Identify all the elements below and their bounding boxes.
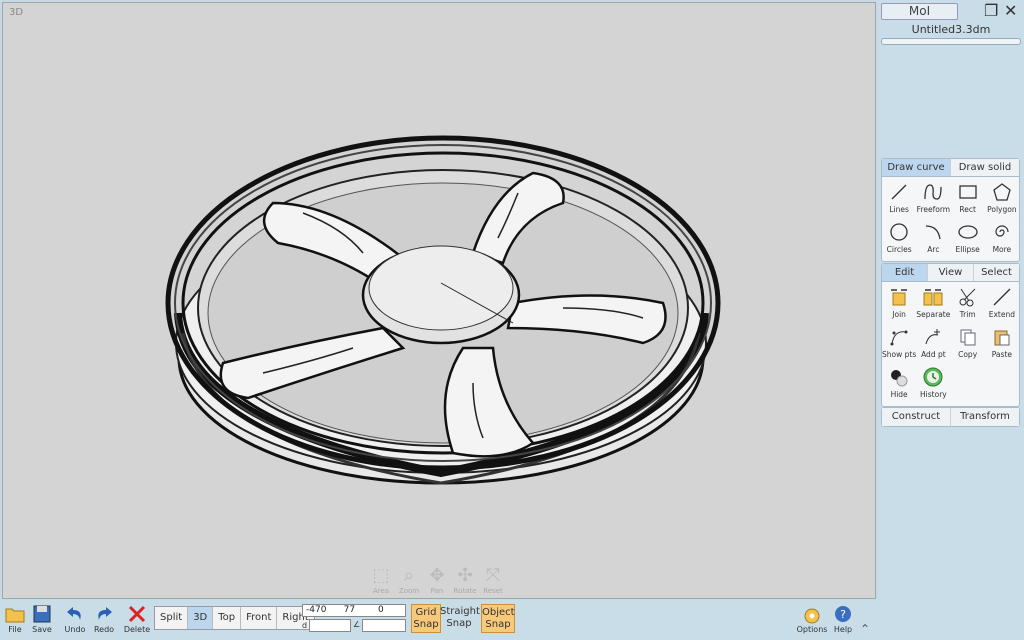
undo-icon [67, 607, 81, 620]
show-pts-button[interactable]: Show pts [882, 324, 916, 364]
view-tool-area[interactable]: ⬚ Area [369, 565, 393, 595]
delete-icon [128, 605, 146, 623]
undo-button[interactable]: Undo [60, 603, 90, 634]
join-icon [891, 289, 908, 306]
coordinate-input[interactable]: -470 77 0 [302, 604, 406, 617]
wheel-model[interactable] [3, 3, 877, 600]
edit-panel: Edit View Select Join Separate Trim Exte… [881, 263, 1020, 407]
lines-button[interactable]: Lines [882, 179, 916, 219]
arc-icon [926, 225, 942, 240]
restore-icon[interactable]: ❐ [984, 2, 998, 20]
zoom-icon: ⌕ [403, 565, 415, 586]
hide-button[interactable]: Hide [882, 364, 916, 404]
view-tools: ⬚ Area ⌕ Zoom ✥ Pan ✣ Rotate ⤧ Reset [369, 565, 505, 595]
tab-edit[interactable]: Edit [882, 264, 928, 281]
trim-button[interactable]: Trim [951, 284, 985, 324]
extend-button[interactable]: Extend [985, 284, 1019, 324]
view-3d-button[interactable]: 3D [188, 607, 214, 629]
coord-y: 77 [343, 605, 356, 615]
copy-button[interactable]: Copy [951, 324, 985, 364]
angle-input[interactable] [362, 619, 406, 632]
pan-icon: ✥ [429, 565, 445, 586]
add-point-icon [925, 329, 941, 345]
show-points-icon [890, 330, 908, 346]
view-front-button[interactable]: Front [241, 607, 278, 629]
construct-panel: Construct Transform [881, 407, 1020, 427]
ellipse-icon [957, 225, 978, 239]
paste-button[interactable]: Paste [985, 324, 1019, 364]
document-progress-bar [881, 38, 1021, 45]
tab-construct[interactable]: Construct [882, 408, 951, 426]
rect-button[interactable]: Rect [951, 179, 985, 219]
svg-text:?: ? [840, 608, 846, 621]
copy-icon [960, 329, 976, 346]
save-button[interactable]: Save [27, 603, 57, 634]
help-icon: ? [835, 606, 851, 622]
circle-icon [890, 223, 908, 241]
view-tool-reset[interactable]: ⤧ Reset [481, 565, 505, 595]
join-button[interactable]: Join [882, 284, 916, 324]
polygon-button[interactable]: Polygon [985, 179, 1019, 219]
history-icon [923, 367, 943, 387]
ellipse-button[interactable]: Ellipse [951, 219, 985, 259]
folder-icon [5, 608, 25, 623]
separate-icon [923, 289, 943, 306]
viewport-3d[interactable]: 3D ⬚ Area ⌕ Zoom ✥ Pan ✣ Rotate ⤧ Reset [2, 2, 876, 599]
file-button[interactable]: File [0, 603, 30, 634]
paste-icon [994, 330, 1010, 346]
close-icon[interactable]: ✕ [1004, 2, 1017, 20]
reset-icon: ⤧ [485, 565, 501, 586]
history-button[interactable]: History [916, 364, 950, 404]
scissors-icon [959, 288, 975, 307]
view-split-button[interactable]: Split [155, 607, 189, 629]
tab-select[interactable]: Select [974, 264, 1019, 281]
coord-z: 0 [377, 605, 384, 615]
options-icon [804, 608, 820, 624]
polygon-icon [993, 183, 1011, 201]
view-tool-zoom[interactable]: ⌕ Zoom [397, 565, 421, 595]
rotate-icon: ✣ [457, 565, 473, 586]
tab-view[interactable]: View [928, 264, 974, 281]
straight-snap-toggle[interactable]: Straight Snap [440, 604, 480, 633]
save-icon [33, 605, 51, 623]
tab-draw-solid[interactable]: Draw solid [951, 159, 1019, 176]
chevron-up-icon[interactable]: ⌃ [860, 622, 870, 636]
draw-panel: Draw curve Draw solid Lines Freeform Rec… [881, 158, 1020, 262]
rect-icon [958, 185, 977, 199]
spiral-icon [995, 225, 1009, 237]
freeform-button[interactable]: Freeform [916, 179, 950, 219]
distance-label: d [302, 621, 308, 630]
lines-icon [891, 184, 907, 200]
hide-icon [891, 370, 908, 387]
options-button[interactable]: Options [796, 603, 828, 634]
more-button[interactable]: More [985, 219, 1019, 259]
redo-icon [98, 607, 112, 620]
view-switcher: Split 3D Top Front Right [154, 606, 315, 630]
freeform-icon [924, 184, 943, 200]
grid-snap-toggle[interactable]: Grid Snap [411, 604, 441, 633]
coord-x: -470 [306, 605, 327, 615]
redo-button[interactable]: Redo [89, 603, 119, 634]
right-panel: MoI ❐ ✕ Untitled3.3dm Draw curve Draw so… [878, 0, 1024, 640]
arc-button[interactable]: Arc [916, 219, 950, 259]
circles-button[interactable]: Circles [882, 219, 916, 259]
help-button[interactable]: ? Help [828, 603, 858, 634]
angle-label: ∠ [353, 620, 361, 629]
tab-draw-curve[interactable]: Draw curve [882, 159, 951, 176]
object-snap-toggle[interactable]: Object Snap [481, 604, 515, 633]
view-tool-rotate[interactable]: ✣ Rotate [453, 565, 477, 595]
view-top-button[interactable]: Top [213, 607, 242, 629]
delete-button[interactable]: Delete [122, 603, 152, 634]
separate-button[interactable]: Separate [916, 284, 950, 324]
document-name: Untitled3.3dm [911, 23, 991, 36]
app-title[interactable]: MoI [881, 3, 958, 20]
add-pt-button[interactable]: Add pt [916, 324, 950, 364]
extend-icon [993, 288, 1011, 306]
view-tool-pan[interactable]: ✥ Pan [425, 565, 449, 595]
distance-input[interactable] [309, 619, 351, 632]
area-icon: ⬚ [372, 565, 390, 586]
tab-transform[interactable]: Transform [951, 408, 1019, 426]
